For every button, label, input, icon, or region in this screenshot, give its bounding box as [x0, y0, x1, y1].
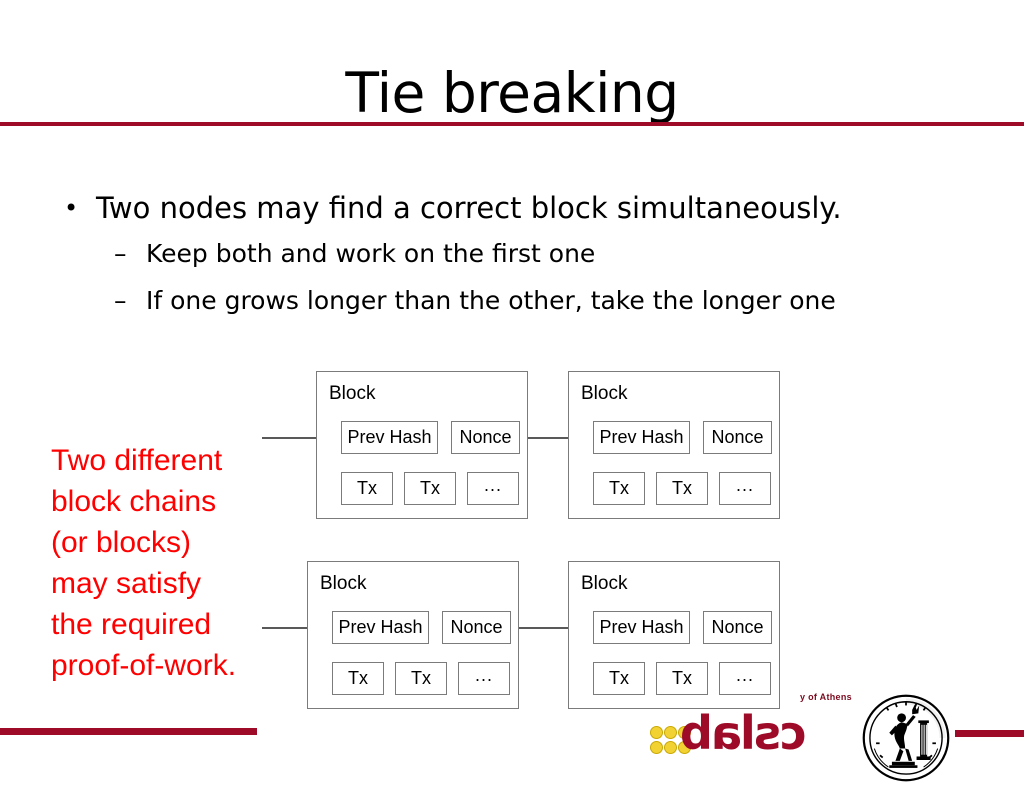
tx-more-field: ... [719, 472, 771, 505]
cslab-logo: cslab [648, 706, 848, 762]
tx-field: Tx [593, 662, 645, 695]
bullet-text: Keep both and work on the first one [146, 239, 596, 268]
nonce-field: Nonce [703, 611, 772, 644]
title-divider [0, 122, 1024, 126]
annotation-line: the required [51, 608, 212, 641]
block-r1c1: Block Prev Hash Nonce Tx Tx ... [316, 371, 528, 519]
bullet-marker-icon: • [64, 194, 79, 222]
logo-dot-icon [664, 726, 677, 739]
annotation-line: Two different [51, 444, 223, 477]
annotation-line: proof-of-work. [51, 649, 237, 682]
tx-more-field: ... [467, 472, 519, 505]
block-r2c2: Block Prev Hash Nonce Tx Tx ... [568, 561, 780, 709]
annotation-line: may satisfy [51, 567, 202, 600]
tx-field: Tx [341, 472, 393, 505]
block-label: Block [320, 573, 367, 594]
bullet-text: Two nodes may find a correct block simul… [96, 191, 842, 225]
dash-marker-icon: – [114, 286, 127, 315]
footer-divider-left [0, 728, 257, 735]
tx-more-field: ... [458, 662, 510, 695]
logo-dot-icon [664, 741, 677, 754]
logo-dot-icon [650, 741, 663, 754]
annotation-line: (or blocks) [51, 526, 192, 559]
dash-marker-icon: – [114, 239, 127, 268]
block-r2c1: Block Prev Hash Nonce Tx Tx ... [307, 561, 519, 709]
tx-field: Tx [395, 662, 447, 695]
tx-more-field: ... [719, 662, 771, 695]
tx-field: Tx [332, 662, 384, 695]
annotation-line: block chains [51, 485, 217, 518]
block-r1c2: Block Prev Hash Nonce Tx Tx ... [568, 371, 780, 519]
logo-dot-icon [650, 726, 663, 739]
bullet-item-1: • Two nodes may find a correct block sim… [56, 186, 986, 230]
tx-field: Tx [656, 662, 708, 695]
page-title: Tie breaking [345, 61, 679, 125]
prev-hash-field: Prev Hash [593, 421, 690, 454]
cslab-wordmark: cslab [682, 706, 807, 760]
prev-hash-field: Prev Hash [341, 421, 438, 454]
footer-divider-right [955, 730, 1024, 737]
university-label: y of Athens [800, 692, 852, 702]
bullet-list: • Two nodes may find a correct block sim… [56, 186, 986, 324]
ntua-seal-icon [862, 694, 950, 782]
block-label: Block [581, 573, 628, 594]
tx-field: Tx [593, 472, 645, 505]
nonce-field: Nonce [451, 421, 520, 454]
annotation-text: Two different block chains (or blocks) m… [51, 440, 281, 686]
block-label: Block [329, 383, 376, 404]
block-label: Block [581, 383, 628, 404]
prev-hash-field: Prev Hash [332, 611, 429, 644]
bullet-item-3: – If one grows longer than the other, ta… [56, 277, 986, 324]
nonce-field: Nonce [442, 611, 511, 644]
prev-hash-field: Prev Hash [593, 611, 690, 644]
tx-field: Tx [404, 472, 456, 505]
bullet-item-2: – Keep both and work on the first one [56, 230, 986, 277]
nonce-field: Nonce [703, 421, 772, 454]
bullet-text: If one grows longer than the other, take… [146, 286, 836, 315]
tx-field: Tx [656, 472, 708, 505]
